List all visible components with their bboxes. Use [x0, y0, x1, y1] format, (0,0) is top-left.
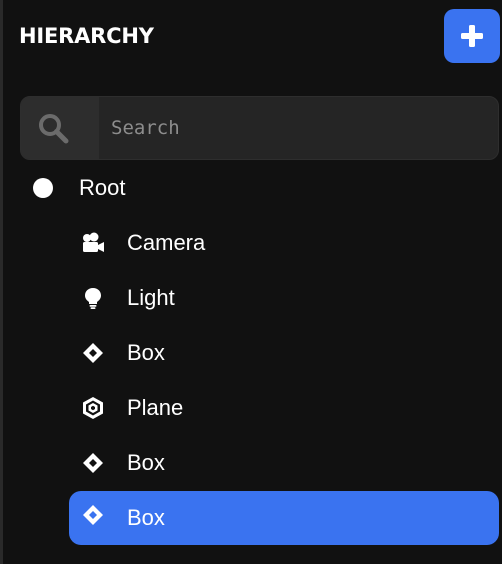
tree-item-label: Box: [127, 340, 165, 365]
search-icon-button[interactable]: [21, 97, 99, 159]
panel-title: HIERARCHY: [19, 24, 154, 48]
tree-item-label: Box: [127, 505, 165, 530]
search-input[interactable]: [99, 97, 497, 159]
tree-item-label: Plane: [127, 395, 184, 420]
tree-item-box[interactable]: Box: [69, 436, 499, 490]
diamond-icon: [83, 505, 103, 525]
plus-icon: [461, 25, 483, 47]
tree-item-label: Light: [127, 285, 175, 310]
tree-item-box-selected[interactable]: Box: [69, 491, 499, 545]
tree-item-label: Box: [127, 450, 165, 475]
hierarchy-panel: HIERARCHY Root Camera: [0, 0, 502, 564]
tree-item-label: Camera: [127, 230, 206, 255]
hexagon-icon: [83, 397, 103, 419]
camera-icon: [83, 232, 104, 252]
add-object-button[interactable]: [444, 9, 500, 63]
diamond-icon: [83, 343, 103, 363]
diamond-icon: [83, 453, 103, 473]
tree-item-box[interactable]: Box: [69, 326, 499, 380]
lightbulb-icon: [85, 288, 101, 309]
tree-item-plane[interactable]: Plane: [69, 381, 499, 435]
search-icon: [39, 114, 69, 144]
tree-item-label: Root: [79, 175, 126, 200]
tree-item-camera[interactable]: Camera: [69, 216, 499, 270]
tree-item-light[interactable]: Light: [69, 271, 499, 325]
circle-icon: [33, 178, 53, 198]
search-bar: [20, 96, 499, 160]
tree-item-root[interactable]: Root: [20, 161, 499, 215]
